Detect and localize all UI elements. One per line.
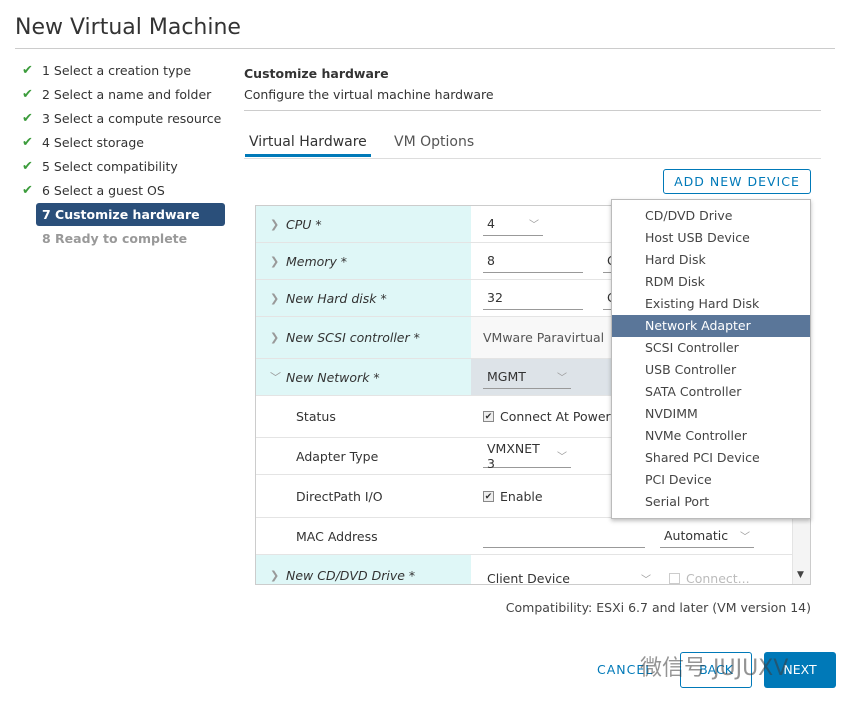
checkbox-label: Connect... bbox=[686, 570, 750, 585]
step-label: 3 Select a compute resource bbox=[42, 111, 222, 126]
back-button[interactable]: BACK bbox=[680, 652, 752, 688]
value: VMXNET 3 bbox=[487, 440, 540, 471]
chevron-down-icon[interactable]: ﹀ bbox=[270, 369, 286, 385]
chevron-right-icon[interactable]: ❯ bbox=[270, 292, 286, 305]
tab-vm-options[interactable]: VM Options bbox=[394, 134, 474, 150]
step-label: 5 Select compatibility bbox=[42, 159, 178, 174]
menu-item[interactable]: Hard Disk bbox=[612, 249, 810, 271]
add-device-menu: CD/DVD Drive Host USB Device Hard Disk RDM … bbox=[611, 199, 811, 519]
value: Client Device bbox=[487, 570, 570, 585]
step-label: 4 Select storage bbox=[42, 135, 144, 150]
menu-item[interactable]: PCI Device bbox=[612, 469, 810, 491]
step-label: 2 Select a name and folder bbox=[42, 87, 212, 102]
chevron-right-icon[interactable]: ❯ bbox=[270, 569, 286, 582]
chevron-down-icon: ﹀ bbox=[740, 532, 750, 543]
row-label: Adapter Type bbox=[296, 448, 379, 464]
step-label: 6 Select a guest OS bbox=[42, 183, 165, 198]
page-title: New Virtual Machine bbox=[15, 15, 241, 40]
check-icon: ✔ bbox=[22, 111, 33, 126]
menu-item[interactable]: Shared PCI Device bbox=[612, 447, 810, 469]
cd-connect-checkbox[interactable] bbox=[669, 572, 680, 584]
chevron-down-icon: ﹀ bbox=[557, 452, 567, 463]
step-2[interactable]: ✔ 2 Select a name and folder bbox=[22, 83, 211, 106]
step-label: 1 Select a creation type bbox=[42, 63, 192, 78]
menu-item[interactable]: CD/DVD Drive bbox=[612, 205, 810, 227]
directpath-checkbox[interactable]: ✔ bbox=[483, 490, 494, 502]
row-mac-address: MAC Address Automatic ﹀ bbox=[256, 518, 794, 555]
menu-item[interactable]: Existing Hard Disk bbox=[612, 293, 810, 315]
check-icon: ✔ bbox=[22, 159, 33, 174]
row-label: Status bbox=[296, 409, 336, 424]
tab-divider bbox=[244, 158, 821, 159]
row-label: New Hard disk * bbox=[286, 290, 387, 306]
row-label: Memory * bbox=[286, 253, 348, 269]
row-label: New CD/DVD Drive * bbox=[286, 567, 416, 583]
divider bbox=[15, 48, 835, 49]
check-icon: ✔ bbox=[22, 63, 33, 78]
scroll-down-icon[interactable]: ▼ bbox=[797, 570, 804, 580]
chevron-down-icon: ﹀ bbox=[641, 574, 651, 585]
step-5[interactable]: ✔ 5 Select compatibility bbox=[22, 155, 178, 178]
step-3[interactable]: ✔ 3 Select a compute resource bbox=[22, 107, 221, 130]
menu-item[interactable]: SATA Controller bbox=[612, 381, 810, 403]
row-cd-dvd[interactable]: ❯ New CD/DVD Drive * Client Device ﹀ Connec… bbox=[256, 555, 794, 585]
step-1[interactable]: ✔ 1 Select a creation type bbox=[22, 59, 191, 82]
step-7[interactable]: 7 Customize hardware bbox=[36, 203, 225, 226]
chevron-right-icon[interactable]: ❯ bbox=[270, 255, 286, 268]
section-subheading: Configure the virtual machine hardware bbox=[244, 87, 494, 102]
menu-item[interactable]: Host USB Device bbox=[612, 227, 810, 249]
row-label: CPU * bbox=[286, 216, 322, 232]
checkbox-label: Enable bbox=[500, 488, 543, 504]
menu-item[interactable]: SCSI Controller bbox=[612, 337, 810, 359]
row-label: MAC Address bbox=[296, 528, 378, 544]
step-8: 8 Ready to complete bbox=[42, 231, 188, 246]
menu-item[interactable]: Serial Port bbox=[612, 491, 810, 513]
add-new-device-button[interactable]: ADD NEW DEVICE bbox=[663, 169, 811, 194]
check-icon: ✔ bbox=[22, 183, 33, 198]
disk-size-input[interactable]: 32 bbox=[483, 286, 583, 310]
row-label: New Network * bbox=[286, 369, 380, 385]
value: 4 bbox=[487, 216, 495, 231]
compatibility-text: Compatibility: ESXi 6.7 and later (VM ve… bbox=[505, 600, 811, 615]
mac-address-input[interactable] bbox=[483, 524, 645, 548]
menu-item[interactable]: RDM Disk bbox=[612, 271, 810, 293]
divider bbox=[244, 110, 821, 111]
cd-dvd-select[interactable]: Client Device ﹀ bbox=[483, 566, 655, 585]
chevron-right-icon[interactable]: ❯ bbox=[270, 218, 286, 231]
section-heading: Customize hardware bbox=[244, 66, 389, 81]
next-button[interactable]: NEXT bbox=[764, 652, 836, 688]
check-icon: ✔ bbox=[22, 135, 33, 150]
checkbox-label: Connect At Power bbox=[500, 409, 611, 424]
adapter-type-select[interactable]: VMXNET 3 ﹀ bbox=[483, 440, 571, 471]
step-4[interactable]: ✔ 4 Select storage bbox=[22, 131, 144, 154]
step-6[interactable]: ✔ 6 Select a guest OS bbox=[22, 179, 165, 202]
chevron-right-icon[interactable]: ❯ bbox=[270, 331, 286, 344]
value: Automatic bbox=[664, 528, 729, 543]
chevron-down-icon: ﹀ bbox=[529, 220, 539, 231]
row-label: New SCSI controller * bbox=[286, 330, 420, 345]
menu-item[interactable]: NVDIMM bbox=[612, 403, 810, 425]
menu-item[interactable]: NVMe Controller bbox=[612, 425, 810, 447]
chevron-down-icon: ﹀ bbox=[557, 373, 567, 384]
network-select[interactable]: MGMT ﹀ bbox=[483, 365, 571, 389]
menu-item[interactable]: Network Adapter bbox=[612, 315, 810, 337]
memory-input[interactable]: 8 bbox=[483, 249, 583, 273]
connect-checkbox[interactable]: ✔ bbox=[483, 411, 494, 422]
mac-mode-select[interactable]: Automatic ﹀ bbox=[660, 524, 754, 548]
cpu-select[interactable]: 4 ﹀ bbox=[483, 212, 543, 236]
value: MGMT bbox=[487, 369, 526, 384]
check-icon: ✔ bbox=[22, 87, 33, 102]
cancel-button[interactable]: CANCEL bbox=[597, 662, 653, 677]
tab-virtual-hardware[interactable]: Virtual Hardware bbox=[245, 134, 371, 157]
row-label: DirectPath I/O bbox=[296, 488, 383, 504]
menu-item[interactable]: USB Controller bbox=[612, 359, 810, 381]
